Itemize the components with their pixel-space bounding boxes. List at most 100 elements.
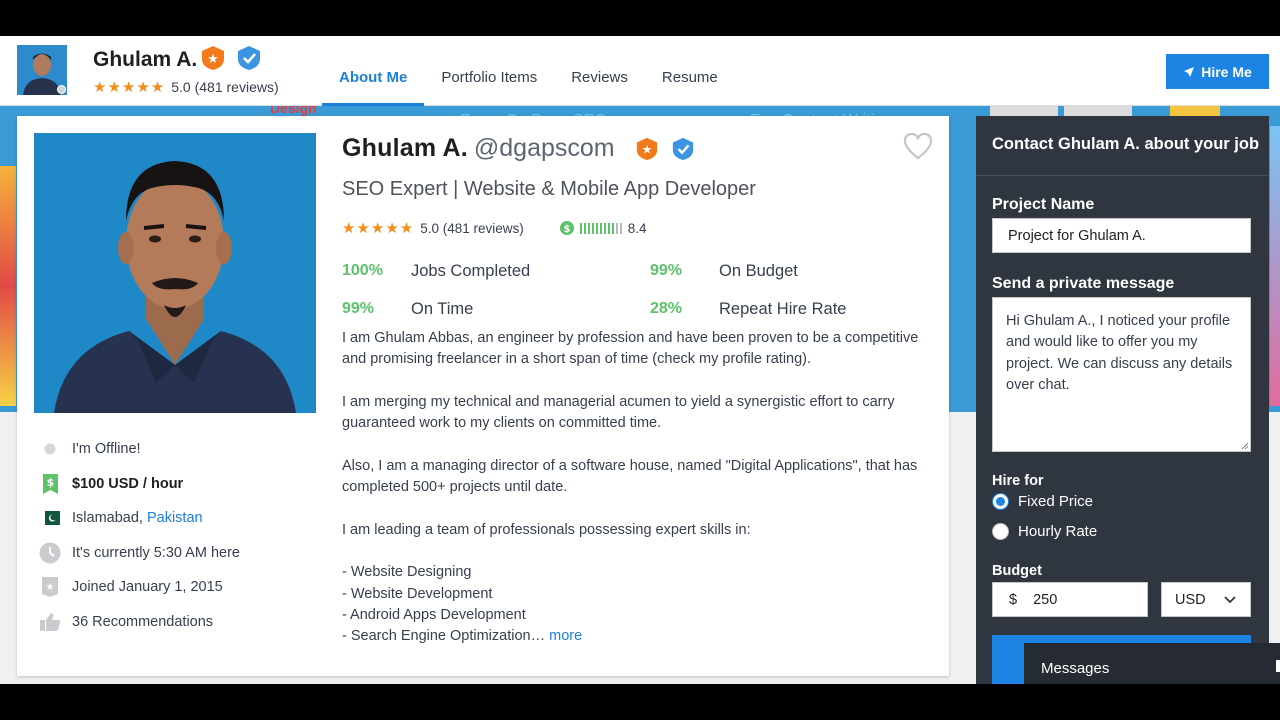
- location: Islamabad, Pakistan: [34, 501, 316, 536]
- avatar[interactable]: [17, 45, 67, 95]
- star-rating-icon: ★★★★★: [93, 79, 166, 96]
- offline-indicator: [57, 85, 66, 94]
- banner-strip-left: [0, 166, 16, 406]
- currency-symbol: $: [1009, 591, 1018, 608]
- radio-fixed-price-label: Fixed Price: [1018, 493, 1094, 510]
- header-rating-text: 5.0 (481 reviews): [171, 79, 279, 95]
- banner-text-design: Design: [270, 106, 317, 116]
- bio-paragraph: I am merging my technical and managerial…: [342, 393, 895, 432]
- pakistan-flag-icon: [36, 511, 64, 526]
- currency-select[interactable]: USD: [1161, 582, 1251, 617]
- city-text: Islamabad,: [72, 510, 143, 527]
- score-bars: [579, 222, 622, 234]
- contact-title: Contact Ghulam A. about your job: [976, 116, 1269, 176]
- score-bar: [579, 222, 582, 234]
- rate-text: $100 USD / hour: [72, 475, 184, 492]
- svg-text:★: ★: [46, 582, 55, 593]
- score-bar: [607, 222, 610, 234]
- skill-item: - Website Designing: [342, 564, 472, 581]
- score-bar: [587, 222, 590, 234]
- stat-on-time-pct: 99%: [342, 300, 375, 317]
- banner-strip-right: [1270, 126, 1280, 406]
- recommendations-text: 36 Recommendations: [72, 613, 214, 630]
- profile-name: Ghulam A.: [342, 134, 468, 162]
- profile-tabs: About Me Portfolio Items Reviews Resume: [322, 36, 735, 106]
- bio-paragraph: I am Ghulam Abbas, an engineer by profes…: [342, 330, 919, 368]
- tab-about-me[interactable]: About Me: [322, 36, 425, 106]
- profile-tagline: SEO Expert | Website & Mobile App Develo…: [342, 178, 756, 200]
- tab-resume[interactable]: Resume: [645, 36, 735, 106]
- message-label: Send a private message: [992, 275, 1175, 292]
- radio-hourly-rate-label: Hourly Rate: [1018, 523, 1098, 540]
- header-rating: ★★★★★ 5.0 (481 reviews): [93, 78, 279, 96]
- clock-icon: [36, 542, 64, 564]
- score-value: 8.4: [627, 220, 647, 236]
- profile-name-row: Ghulam A. @dgapscom ★: [342, 134, 695, 163]
- svg-text:$: $: [563, 224, 570, 235]
- score-bar: [603, 222, 606, 234]
- header-name: Ghulam A.: [93, 48, 198, 71]
- contact-panel: Contact Ghulam A. about your job Project…: [976, 116, 1269, 684]
- offline-dot-icon: [36, 443, 64, 455]
- earnings-icon: $: [559, 221, 574, 235]
- skill-item-last: - Search Engine Optimization… more: [342, 626, 932, 647]
- stat-repeat-hire-label: Repeat Hire Rate: [719, 299, 847, 318]
- score-bar: [615, 222, 618, 234]
- profile-photo: [34, 133, 316, 413]
- profile-stats: 100% Jobs Completed 99% On Budget 99% On…: [342, 252, 902, 328]
- verified-icon: [672, 137, 693, 160]
- header-badges: ★: [200, 45, 262, 71]
- hourly-rate: $ $100 USD / hour: [34, 467, 316, 502]
- score-bar: [619, 222, 622, 234]
- recommendations: 36 Recommendations: [34, 605, 316, 640]
- joined-text: Joined January 1, 2015: [72, 579, 223, 596]
- local-time: It's currently 5:30 AM here: [34, 536, 316, 571]
- verified-icon: [238, 46, 260, 70]
- messages-bar[interactable]: Messages: [1024, 643, 1280, 684]
- profile-rating: ★★★★★ 5.0 (481 reviews) $ 8.4: [342, 219, 647, 237]
- chevron-down-icon: [1224, 595, 1236, 603]
- svg-text:★: ★: [641, 142, 652, 156]
- budget-input[interactable]: $ 250: [992, 582, 1148, 617]
- stat-repeat-hire-pct: 28%: [650, 300, 683, 317]
- profile-header: Ghulam A. ★ ★★★★★ 5.0 (481 reviews) Abou…: [0, 36, 1280, 106]
- currency-value: USD: [1175, 591, 1206, 608]
- earnings-score: $ 8.4: [559, 220, 647, 236]
- hire-for-label: Hire for: [992, 473, 1044, 489]
- online-status: I'm Offline!: [34, 432, 316, 467]
- badge-icon: ★: [36, 576, 64, 598]
- more-link[interactable]: more: [549, 628, 582, 644]
- preferred-freelancer-icon: ★: [636, 137, 657, 160]
- stat-row: 99% On Time 28% Repeat Hire Rate: [342, 290, 902, 328]
- star-rating-icon: ★★★★★: [342, 220, 415, 237]
- message-textarea[interactable]: Hi Ghulam A., I noticed your profile and…: [992, 297, 1251, 452]
- joined-date: ★ Joined January 1, 2015: [34, 570, 316, 605]
- radio-unselected-icon: [992, 523, 1009, 540]
- profile-badges: ★: [635, 136, 695, 162]
- heart-icon[interactable]: [903, 132, 933, 160]
- project-name-input[interactable]: Project for Ghulam A.: [992, 218, 1251, 253]
- profile-card: I'm Offline! $ $100 USD / hour Islamabad…: [17, 116, 949, 676]
- score-bar: [595, 222, 598, 234]
- score-bar: [611, 222, 614, 234]
- radio-hourly-rate[interactable]: Hourly Rate: [992, 523, 1097, 540]
- bio-paragraph: Also, I am a managing director of a soft…: [342, 457, 918, 496]
- stat-jobs-completed-label: Jobs Completed: [411, 261, 531, 280]
- country-link[interactable]: Pakistan: [147, 510, 203, 526]
- messages-label: Messages: [1041, 660, 1110, 677]
- time-text: It's currently 5:30 AM here: [72, 544, 240, 561]
- score-bar: [599, 222, 602, 234]
- tab-reviews[interactable]: Reviews: [554, 36, 645, 106]
- skill-item: - Website Development: [342, 585, 493, 602]
- stat-jobs-completed-pct: 100%: [342, 262, 383, 279]
- project-name-label: Project Name: [992, 196, 1095, 213]
- tab-portfolio-items[interactable]: Portfolio Items: [424, 36, 554, 106]
- profile-portrait: [34, 133, 316, 413]
- skill-item: - Android Apps Development: [342, 606, 526, 623]
- radio-fixed-price[interactable]: Fixed Price: [992, 493, 1093, 510]
- hire-me-button[interactable]: Hire Me: [1166, 54, 1269, 89]
- resize-handle-icon[interactable]: [1241, 442, 1249, 450]
- rating-text: 5.0 (481 reviews): [420, 220, 524, 236]
- svg-text:$: $: [46, 476, 54, 489]
- profile-details: I'm Offline! $ $100 USD / hour Islamabad…: [34, 432, 316, 639]
